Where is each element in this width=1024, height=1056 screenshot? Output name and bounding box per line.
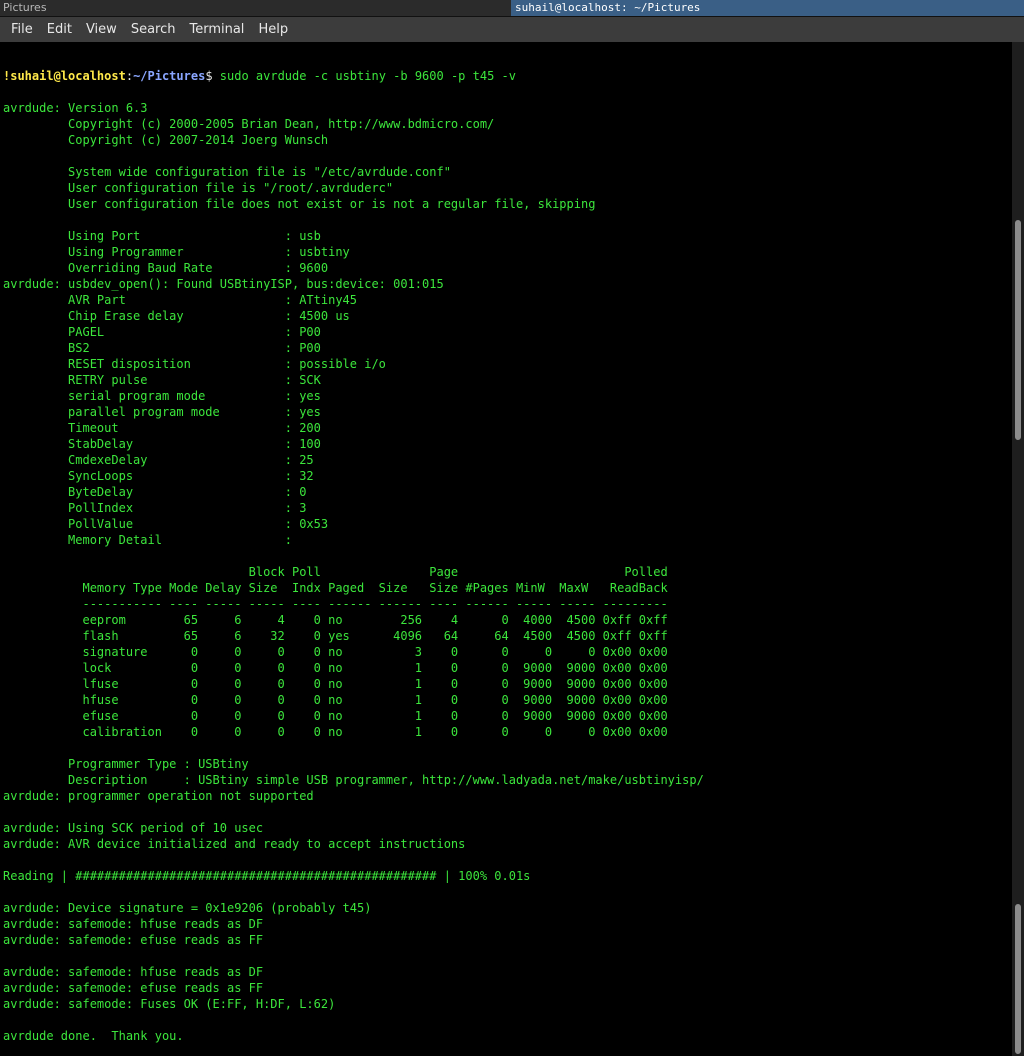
output-line: BS2 : P00 — [3, 341, 321, 355]
output-line: Copyright (c) 2007-2014 Joerg Wunsch — [3, 133, 329, 147]
output-line: avrdude: safemode: efuse reads as FF — [3, 981, 264, 995]
output-line: Block Poll Page Polled — [3, 565, 668, 579]
output-line: avrdude: AVR device initialized and read… — [3, 837, 466, 851]
prompt-separator: : — [125, 69, 134, 83]
output-line: avrdude: Device signature = 0x1e9206 (pr… — [3, 901, 372, 915]
prompt-command: sudo avrdude -c usbtiny -b 9600 -p t45 -… — [219, 69, 516, 83]
output-line: SyncLoops : 32 — [3, 469, 314, 483]
output-line: eeprom 65 6 4 0 no 256 4 0 4000 4500 0xf… — [3, 613, 668, 627]
output-line: hfuse 0 0 0 0 no 1 0 0 9000 9000 0x00 0x… — [3, 693, 668, 707]
output-line: System wide configuration file is "/etc/… — [3, 165, 451, 179]
output-line: Timeout : 200 — [3, 421, 321, 435]
output-line: lfuse 0 0 0 0 no 1 0 0 9000 9000 0x00 0x… — [3, 677, 668, 691]
output-line: lock 0 0 0 0 no 1 0 0 9000 9000 0x00 0x0… — [3, 661, 668, 675]
output-line: Overriding Baud Rate : 9600 — [3, 261, 329, 275]
output-line: avrdude: safemode: hfuse reads as DF — [3, 917, 264, 931]
output-line: Reading | ##############################… — [3, 869, 531, 883]
menu-edit[interactable]: Edit — [40, 17, 79, 42]
output-line: avrdude: safemode: hfuse reads as DF — [3, 965, 264, 979]
scrollbar-thumb-secondary[interactable] — [1015, 904, 1021, 1054]
output-line: AVR Part : ATtiny45 — [3, 293, 358, 307]
output-line: Using Programmer : usbtiny — [3, 245, 350, 259]
output-line: RESET disposition : possible i/o — [3, 357, 386, 371]
output-line: flash 65 6 32 0 yes 4096 64 64 4500 4500… — [3, 629, 668, 643]
output-line: PollValue : 0x53 — [3, 517, 329, 531]
output-line: Programmer Type : USBtiny — [3, 757, 249, 771]
output-line: efuse 0 0 0 0 no 1 0 0 9000 9000 0x00 0x… — [3, 709, 668, 723]
prompt-user-host: !suhail@localhost — [3, 69, 126, 83]
output-line: StabDelay : 100 — [3, 437, 321, 451]
output-line: RETRY pulse : SCK — [3, 373, 321, 387]
window-title-bar: Pictures suhail@localhost: ~/Pictures — [0, 0, 1024, 17]
output-line: serial program mode : yes — [3, 389, 321, 403]
prompt-path: ~/Pictures — [133, 69, 206, 83]
output-line: avrdude: Using SCK period of 10 usec — [3, 821, 264, 835]
output-line: Memory Detail : — [3, 533, 292, 547]
output-line: User configuration file does not exist o… — [3, 197, 596, 211]
output-line: Memory Type Mode Delay Size Indx Paged S… — [3, 581, 668, 595]
menu-file[interactable]: File — [4, 17, 40, 42]
menu-help[interactable]: Help — [251, 17, 295, 42]
output-line: User configuration file is "/root/.avrdu… — [3, 181, 394, 195]
output-line: PollIndex : 3 — [3, 501, 307, 515]
tab-terminal-active[interactable]: suhail@localhost: ~/Pictures — [511, 0, 1024, 16]
menu-view[interactable]: View — [79, 17, 124, 42]
terminal-output: !suhail@localhost:~/Pictures$ sudo avrdu… — [3, 68, 704, 1044]
output-line: avrdude: usbdev_open(): Found USBtinyISP… — [3, 277, 444, 291]
prompt-line: !suhail@localhost:~/Pictures$ sudo avrdu… — [3, 68, 704, 84]
output-line: avrdude: safemode: Fuses OK (E:FF, H:DF,… — [3, 997, 336, 1011]
output-line: Copyright (c) 2000-2005 Brian Dean, http… — [3, 117, 495, 131]
output-line: avrdude done. Thank you. — [3, 1029, 184, 1043]
output-line: Using Port : usb — [3, 229, 321, 243]
tab-pictures[interactable]: Pictures — [0, 0, 509, 16]
menu-search[interactable]: Search — [124, 17, 183, 42]
menu-bar: File Edit View Search Terminal Help — [0, 17, 1024, 42]
output-line: PAGEL : P00 — [3, 325, 321, 339]
output-line: calibration 0 0 0 0 no 1 0 0 0 0 0x00 0x… — [3, 725, 668, 739]
scrollbar-thumb[interactable] — [1015, 220, 1021, 440]
output-line: avrdude: Version 6.3 — [3, 101, 148, 115]
menu-terminal[interactable]: Terminal — [182, 17, 251, 42]
output-line: signature 0 0 0 0 no 3 0 0 0 0 0x00 0x00 — [3, 645, 668, 659]
prompt-symbol: $ — [205, 69, 220, 83]
output-line: ----------- ---- ----- ----- ---- ------… — [3, 597, 668, 611]
output-line: CmdexeDelay : 25 — [3, 453, 314, 467]
output-line: avrdude: safemode: efuse reads as FF — [3, 933, 264, 947]
output-line: parallel program mode : yes — [3, 405, 321, 419]
output-line: avrdude: programmer operation not suppor… — [3, 789, 314, 803]
terminal-view[interactable]: !suhail@localhost:~/Pictures$ sudo avrdu… — [0, 42, 1012, 1056]
output-line: Description : USBtiny simple USB program… — [3, 773, 704, 787]
output-line: Chip Erase delay : 4500 us — [3, 309, 350, 323]
scrollbar[interactable] — [1012, 42, 1024, 1056]
output-line: ByteDelay : 0 — [3, 485, 307, 499]
